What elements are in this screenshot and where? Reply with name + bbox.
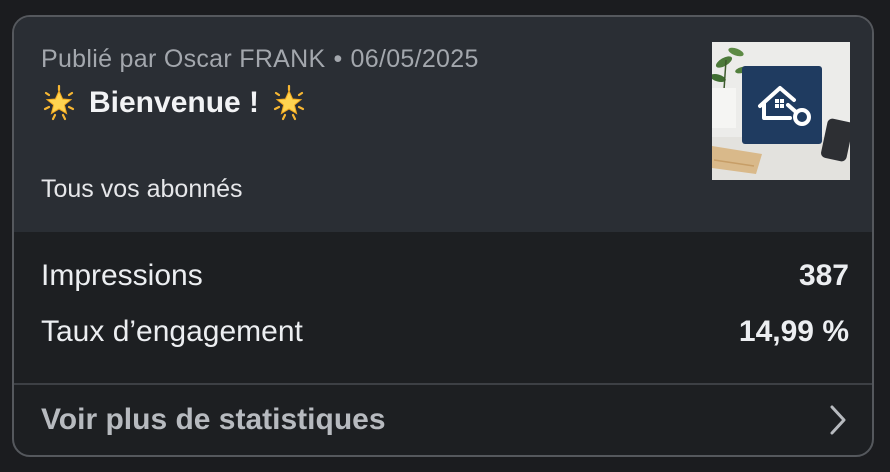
glowing-star-icon (273, 85, 305, 121)
impressions-label: Impressions (41, 259, 203, 292)
post-title-text: Bienvenue ! (89, 86, 260, 119)
divider (14, 383, 872, 385)
house-key-sign-image (712, 42, 850, 180)
post-audience: Tous vos abonnés (41, 175, 243, 203)
post-date: 06/05/2025 (350, 45, 479, 73)
meta-separator: • (333, 45, 343, 73)
chevron-right-icon (830, 405, 846, 435)
engagement-value: 14,99 % (738, 315, 849, 348)
engagement-label: Taux d’engagement (41, 315, 303, 348)
post-title: Bienvenue ! (41, 85, 307, 121)
glowing-star-icon (43, 85, 75, 121)
post-header[interactable]: Publié par Oscar FRANK • 06/05/2025 Bienve… (14, 17, 872, 232)
see-more-stats-label: Voir plus de statistiques (41, 403, 386, 436)
see-more-stats-button[interactable]: Voir plus de statistiques (41, 403, 849, 437)
post-meta: Publié par Oscar FRANK • 06/05/2025 (41, 45, 479, 74)
author-name: Oscar FRANK (163, 45, 326, 73)
published-prefix: Publié par (41, 45, 157, 73)
impressions-row: Impressions 387 (41, 259, 849, 293)
impressions-value: 387 (798, 259, 849, 292)
post-stats-card: Publié par Oscar FRANK • 06/05/2025 Bienve… (12, 15, 874, 457)
engagement-row: Taux d’engagement 14,99 % (41, 315, 849, 349)
post-thumbnail[interactable] (712, 42, 850, 180)
